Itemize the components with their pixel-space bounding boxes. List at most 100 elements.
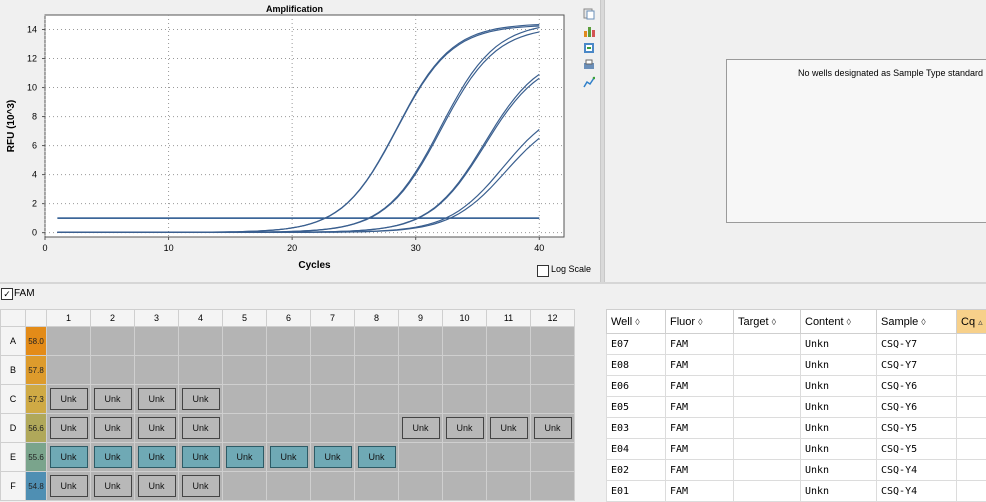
- plate-column-header[interactable]: 12: [531, 310, 575, 327]
- plate-well[interactable]: [531, 472, 575, 501]
- plate-well[interactable]: Unk: [223, 443, 267, 472]
- plate-well[interactable]: Unk: [47, 385, 91, 414]
- plate-well[interactable]: [91, 356, 135, 385]
- plate-row-header[interactable]: D: [1, 414, 26, 443]
- plate-row-header[interactable]: E: [1, 443, 26, 472]
- plate-well[interactable]: [135, 356, 179, 385]
- plate-well[interactable]: [223, 472, 267, 501]
- plate-well[interactable]: [487, 443, 531, 472]
- plate-well[interactable]: [355, 472, 399, 501]
- plate-column-header[interactable]: 1: [47, 310, 91, 327]
- well-sample-type[interactable]: Unk: [314, 446, 352, 468]
- results-column-header[interactable]: Content◊: [801, 310, 877, 334]
- well-sample-type[interactable]: Unk: [94, 417, 132, 439]
- plate-well[interactable]: Unk: [179, 414, 223, 443]
- plate-column-header[interactable]: 8: [355, 310, 399, 327]
- well-sample-type[interactable]: Unk: [138, 417, 176, 439]
- plate-well[interactable]: [223, 414, 267, 443]
- plate-well[interactable]: [267, 356, 311, 385]
- well-sample-type[interactable]: Unk: [182, 417, 220, 439]
- sort-icon[interactable]: ◊: [847, 317, 851, 327]
- plate-column-header[interactable]: 4: [179, 310, 223, 327]
- well-sample-type[interactable]: Unk: [50, 388, 88, 410]
- sort-icon[interactable]: ◊: [635, 317, 639, 327]
- plate-well[interactable]: [399, 385, 443, 414]
- plate-well[interactable]: [267, 472, 311, 501]
- plate-well[interactable]: [531, 327, 575, 356]
- plate-well[interactable]: Unk: [487, 414, 531, 443]
- well-sample-type[interactable]: Unk: [182, 446, 220, 468]
- export-icon[interactable]: [583, 41, 595, 53]
- bar-chart-icon[interactable]: [583, 24, 595, 36]
- plate-well[interactable]: [355, 356, 399, 385]
- plate-well[interactable]: [135, 327, 179, 356]
- fam-checkbox[interactable]: ✓: [1, 288, 13, 300]
- plate-well[interactable]: [267, 385, 311, 414]
- plate-well[interactable]: [223, 385, 267, 414]
- plate-well[interactable]: Unk: [47, 414, 91, 443]
- well-sample-type[interactable]: Unk: [270, 446, 308, 468]
- sort-icon[interactable]: ◊: [921, 317, 925, 327]
- results-row[interactable]: E04FAMUnknCSQ-Y530.27: [607, 439, 986, 460]
- plate-well[interactable]: [311, 472, 355, 501]
- plate-well[interactable]: [267, 414, 311, 443]
- plate-row-header[interactable]: A: [1, 327, 26, 356]
- print-icon[interactable]: [583, 58, 595, 70]
- well-sample-type[interactable]: Unk: [446, 417, 484, 439]
- plate-well[interactable]: [179, 327, 223, 356]
- plate-well[interactable]: [223, 356, 267, 385]
- well-sample-type[interactable]: Unk: [94, 446, 132, 468]
- plate-well[interactable]: Unk: [311, 443, 355, 472]
- plate-well[interactable]: [487, 472, 531, 501]
- plate-well[interactable]: Unk: [443, 414, 487, 443]
- plate-well[interactable]: [399, 327, 443, 356]
- plate-well[interactable]: [443, 385, 487, 414]
- results-row[interactable]: E07FAMUnknCSQ-Y722.72: [607, 334, 986, 355]
- plate-well[interactable]: [311, 385, 355, 414]
- plate-well[interactable]: [531, 443, 575, 472]
- plate-row-header[interactable]: C: [1, 385, 26, 414]
- results-row[interactable]: E05FAMUnknCSQ-Y626.32: [607, 397, 986, 418]
- plate-well[interactable]: [311, 327, 355, 356]
- plate-well[interactable]: Unk: [91, 414, 135, 443]
- plate-well[interactable]: [531, 385, 575, 414]
- plate-well[interactable]: Unk: [47, 472, 91, 501]
- plate-well[interactable]: [311, 356, 355, 385]
- results-row[interactable]: E02FAMUnknCSQ-Y432.84: [607, 460, 986, 481]
- plate-well[interactable]: [399, 472, 443, 501]
- plate-well[interactable]: [531, 356, 575, 385]
- plate-well[interactable]: Unk: [135, 443, 179, 472]
- results-column-header[interactable]: Sample◊: [877, 310, 957, 334]
- well-sample-type[interactable]: Unk: [226, 446, 264, 468]
- plate-well[interactable]: [487, 356, 531, 385]
- plate-well[interactable]: Unk: [267, 443, 311, 472]
- plate-well[interactable]: Unk: [179, 385, 223, 414]
- plate-column-header[interactable]: 6: [267, 310, 311, 327]
- plate-well[interactable]: Unk: [399, 414, 443, 443]
- well-sample-type[interactable]: Unk: [534, 417, 572, 439]
- plate-well[interactable]: [91, 327, 135, 356]
- horizontal-splitter[interactable]: [0, 282, 986, 284]
- plate-well[interactable]: [267, 327, 311, 356]
- results-row[interactable]: E08FAMUnknCSQ-Y722.74: [607, 355, 986, 376]
- results-column-header[interactable]: Fluor◊: [666, 310, 734, 334]
- well-sample-type[interactable]: Unk: [138, 446, 176, 468]
- plate-well[interactable]: [47, 327, 91, 356]
- plate-row-header[interactable]: F: [1, 472, 26, 501]
- copy-icon[interactable]: [583, 7, 595, 19]
- results-row[interactable]: E01FAMUnknCSQ-Y432.47: [607, 481, 986, 502]
- results-column-header[interactable]: Cq▵: [957, 310, 986, 334]
- well-sample-type[interactable]: Unk: [50, 446, 88, 468]
- plate-column-header[interactable]: 2: [91, 310, 135, 327]
- well-sample-type[interactable]: Unk: [182, 388, 220, 410]
- plate-column-header[interactable]: 9: [399, 310, 443, 327]
- plate-column-header[interactable]: 5: [223, 310, 267, 327]
- plate-well[interactable]: Unk: [355, 443, 399, 472]
- plate-column-header[interactable]: 10: [443, 310, 487, 327]
- plate-well[interactable]: Unk: [135, 472, 179, 501]
- plate-column-header[interactable]: 11: [487, 310, 531, 327]
- sort-icon[interactable]: ▵: [978, 317, 983, 327]
- well-sample-type[interactable]: Unk: [94, 388, 132, 410]
- plate-corner[interactable]: [1, 310, 26, 327]
- sort-icon[interactable]: ◊: [772, 317, 776, 327]
